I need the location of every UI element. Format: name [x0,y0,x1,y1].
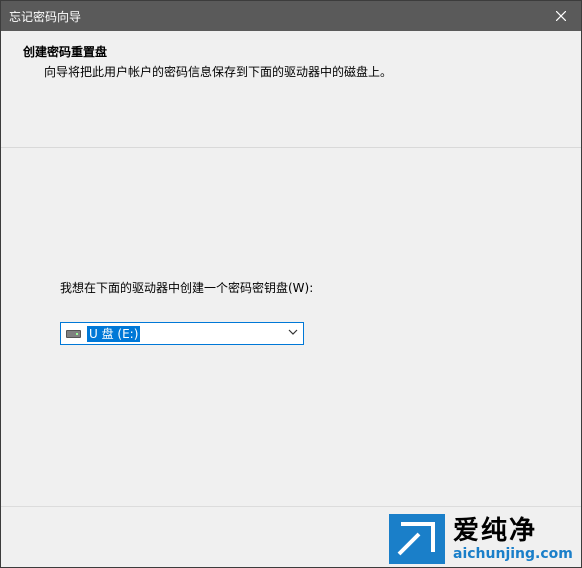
watermark-logo-icon [397,522,435,556]
wizard-body: 我想在下面的驱动器中创建一个密码密钥盘(W): U 盘 (E:) [1,148,581,506]
watermark-brand: 爱纯净 [453,516,538,546]
page-title: 创建密码重置盘 [23,45,108,59]
drive-select-label: 我想在下面的驱动器中创建一个密码密钥盘(W): [60,281,314,295]
close-button[interactable] [541,1,581,31]
chevron-down-icon[interactable] [288,327,298,337]
title-bar[interactable]: 忘记密码向导 [1,1,581,31]
drive-select[interactable]: U 盘 (E:) [60,322,304,345]
watermark-url: aichunjing.com [453,546,573,562]
watermark: 爱纯净 aichunjing.com [389,511,579,567]
window-title: 忘记密码向导 [9,9,82,24]
usb-drive-icon [66,329,81,338]
watermark-text: 爱纯净 aichunjing.com [453,516,573,562]
wizard-header: 创建密码重置盘 向导将把此用户帐户的密码信息保存到下面的驱动器中的磁盘上。 [1,31,581,148]
wizard-window: 忘记密码向导 创建密码重置盘 向导将把此用户帐户的密码信息保存到下面的驱动器中的… [0,0,582,568]
watermark-logo [389,514,445,564]
page-subtitle: 向导将把此用户帐户的密码信息保存到下面的驱动器中的磁盘上。 [44,65,393,79]
drive-select-value: U 盘 (E:) [87,325,141,342]
close-icon [556,11,566,21]
